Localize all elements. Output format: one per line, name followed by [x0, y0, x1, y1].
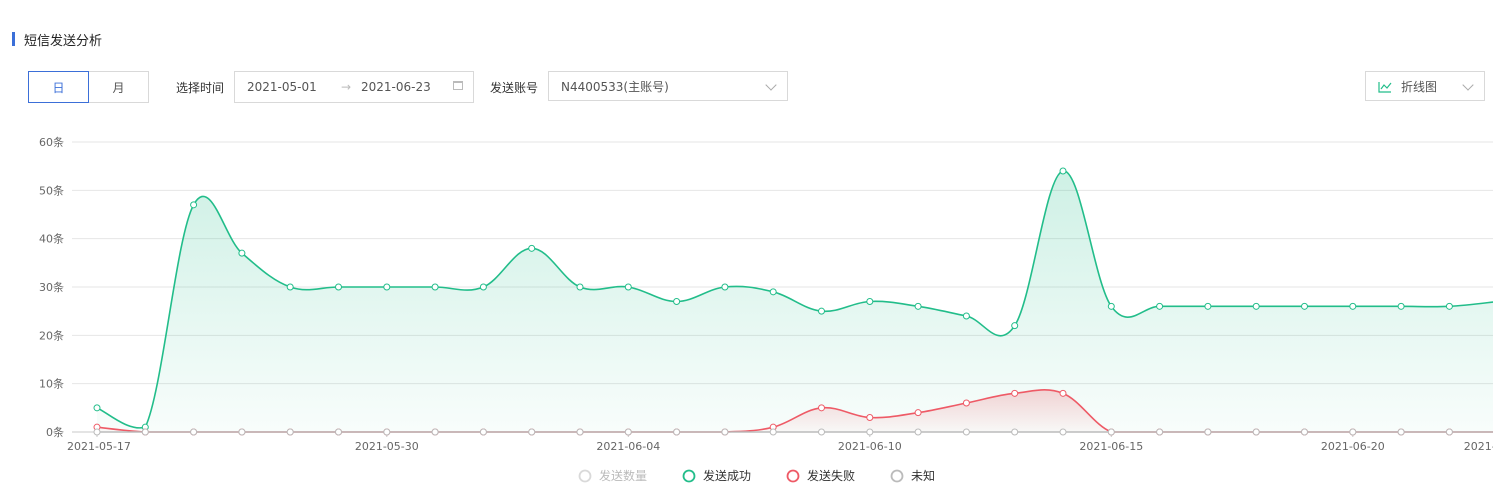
- y-tick-label: 40条: [39, 232, 64, 246]
- data-point: [1156, 428, 1164, 436]
- y-tick-label: 10条: [39, 377, 64, 391]
- data-point: [528, 428, 536, 436]
- legend-item[interactable]: 发送数量: [578, 468, 648, 483]
- data-point: [1059, 389, 1067, 397]
- data-point: [238, 428, 246, 436]
- data-point: [1349, 428, 1357, 436]
- data-point: [576, 283, 584, 291]
- data-point: [1156, 302, 1164, 310]
- data-point: [479, 283, 487, 291]
- data-point: [93, 404, 101, 412]
- legend-item[interactable]: 未知: [890, 469, 936, 483]
- data-point: [1445, 302, 1453, 310]
- data-point: [914, 409, 922, 417]
- data-point: [1011, 428, 1019, 436]
- data-point: [624, 283, 632, 291]
- data-point: [769, 428, 777, 436]
- x-tick-label: 2021-06-15: [1079, 440, 1143, 453]
- legend-label: 发送失败: [807, 468, 855, 483]
- data-point: [1107, 428, 1115, 436]
- data-point: [190, 201, 198, 209]
- data-point: [1204, 428, 1212, 436]
- legend-marker-icon: [578, 469, 592, 483]
- x-tick-label: 2021-06-10: [838, 440, 902, 453]
- data-point: [335, 283, 342, 291]
- data-point: [866, 414, 874, 421]
- data-point: [1397, 428, 1405, 436]
- data-point: [286, 283, 294, 291]
- data-point: [721, 428, 729, 436]
- y-tick-label: 60条: [39, 135, 64, 149]
- y-tick-label: 30条: [39, 280, 64, 294]
- data-point: [1397, 302, 1405, 310]
- data-point: [528, 244, 536, 252]
- data-point: [335, 428, 342, 436]
- data-point: [1445, 428, 1453, 436]
- legend-label: 发送成功: [703, 468, 751, 483]
- x-tick-label: 2021-05-30: [355, 440, 419, 453]
- data-point: [383, 283, 391, 291]
- data-point: [576, 428, 584, 436]
- data-point: [1252, 302, 1260, 310]
- x-tick-label: 2021-06-23: [1464, 440, 1493, 453]
- data-point: [238, 249, 246, 257]
- data-point: [431, 428, 439, 436]
- y-tick-label: 50条: [39, 183, 64, 197]
- data-point: [431, 283, 439, 291]
- data-point: [1301, 302, 1308, 310]
- data-point: [624, 428, 632, 436]
- data-point: [914, 302, 922, 310]
- data-point: [1349, 302, 1357, 310]
- data-point: [1011, 322, 1019, 330]
- sms-chart: 0条 10条 20条 30条 40条 50条 60条 2021-05-17 2021-05-30…: [39, 135, 1493, 483]
- data-point: [673, 298, 681, 305]
- data-point: [818, 404, 825, 412]
- data-point: [721, 283, 729, 291]
- legend-marker-icon: [682, 469, 696, 483]
- legend-label: 发送数量: [599, 468, 647, 483]
- data-point: [190, 428, 198, 436]
- data-point: [1252, 428, 1260, 436]
- data-point: [383, 428, 391, 436]
- data-point: [962, 399, 970, 407]
- data-point: [1107, 302, 1115, 310]
- data-point: [1301, 428, 1308, 436]
- data-point: [1011, 389, 1019, 397]
- legend-marker-icon: [890, 469, 904, 483]
- x-tick-label: 2021-05-17: [67, 440, 131, 453]
- y-tick-label: 20条: [39, 328, 64, 342]
- data-point: [818, 307, 825, 315]
- data-point: [93, 428, 101, 436]
- data-point: [818, 428, 825, 436]
- data-point: [769, 288, 777, 296]
- data-point: [673, 428, 681, 436]
- x-tick-label: 2021-06-04: [596, 440, 660, 453]
- data-point: [866, 298, 874, 305]
- legend-label: 未知: [911, 469, 935, 483]
- data-point: [866, 428, 874, 436]
- day-button[interactable]: 日: [28, 71, 89, 103]
- data-point: [1059, 428, 1067, 436]
- legend-marker-icon: [786, 469, 800, 483]
- y-tick-label: 0条: [46, 425, 64, 439]
- x-tick-label: 2021-06-20: [1321, 440, 1385, 453]
- data-point: [1204, 302, 1212, 310]
- data-point: [141, 428, 149, 436]
- data-point: [962, 428, 970, 436]
- legend-item[interactable]: 发送失败: [786, 468, 856, 483]
- data-point: [1059, 167, 1067, 175]
- data-point: [914, 428, 922, 436]
- data-point: [479, 428, 487, 436]
- legend-item[interactable]: 发送成功: [682, 468, 752, 483]
- data-point: [286, 428, 294, 436]
- data-point: [962, 312, 970, 320]
